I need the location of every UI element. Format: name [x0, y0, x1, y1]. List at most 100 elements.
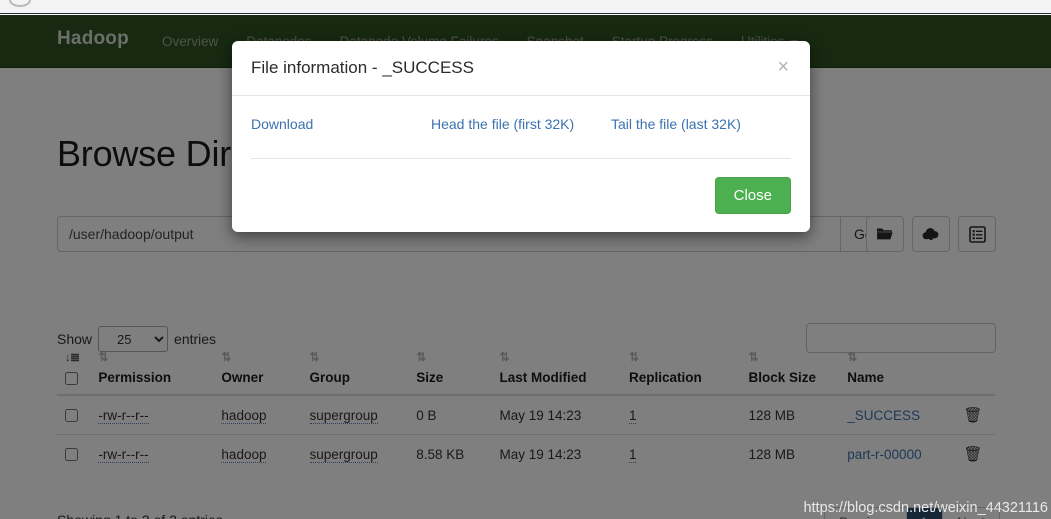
cell-delete[interactable]: 🗑	[956, 395, 995, 435]
size-value: 0 B	[416, 407, 437, 423]
sort-icon-desc[interactable]: ↓≣	[65, 350, 80, 364]
sort-icon[interactable]: ⇅	[98, 350, 108, 364]
new-folder-button[interactable]	[866, 216, 904, 252]
header-group[interactable]: ⇅ Group	[301, 350, 409, 396]
table-row[interactable]: -rw-r--r-- hadoop supergroup 8.58 KB May…	[57, 434, 995, 473]
entries-select[interactable]: 25	[98, 326, 169, 352]
modal-header: File information - _SUCCESS ×	[232, 41, 810, 96]
head-file-link[interactable]: Head the file (first 32K)	[431, 116, 574, 132]
header-replication-label: Replication	[628, 370, 702, 385]
size-value: 8.58 KB	[416, 446, 465, 462]
sort-icon[interactable]: ⇅	[629, 350, 639, 364]
header-block-size-label: Block Size	[748, 370, 817, 385]
table-row[interactable]: -rw-r--r-- hadoop supergroup 0 B May 19 …	[57, 395, 995, 435]
file-list-table: ↓≣ ⇅ Permission ⇅ Owner ⇅ Group ⇅ Size ⇅…	[57, 350, 995, 473]
row-checkbox[interactable]	[65, 448, 78, 462]
cell-permission[interactable]: -rw-r--r--	[90, 395, 213, 435]
header-group-label: Group	[309, 370, 351, 385]
header-size-label: Size	[416, 370, 444, 385]
sort-icon[interactable]: ⇅	[221, 350, 231, 364]
sort-icon[interactable]: ⇅	[847, 350, 857, 364]
header-last-modified-label: Last Modified	[499, 370, 587, 385]
trash-icon[interactable]: 🗑	[964, 407, 983, 424]
clipboard-list-icon	[968, 225, 986, 243]
header-permission[interactable]: ⇅ Permission	[90, 350, 214, 396]
modal-footer: Close	[232, 159, 810, 232]
upload-files-button[interactable]	[912, 216, 950, 252]
search-input[interactable]	[806, 323, 996, 353]
row-checkbox-cell[interactable]	[57, 395, 90, 435]
close-icon[interactable]: ×	[771, 53, 795, 81]
cut-paste-button[interactable]	[958, 216, 996, 252]
replication-value[interactable]: 1	[628, 407, 637, 424]
permission-value[interactable]: -rw-r--r--	[98, 407, 149, 424]
cell-replication[interactable]: 1	[620, 434, 741, 473]
table-body: -rw-r--r-- hadoop supergroup 0 B May 19 …	[57, 395, 995, 473]
cell-permission[interactable]: -rw-r--r--	[90, 434, 214, 473]
owner-value[interactable]: hadoop	[221, 407, 267, 424]
screen: Hadoop Overview Datanodes Datanode Volum…	[0, 0, 1051, 519]
cell-group[interactable]: supergroup	[302, 395, 409, 435]
header-owner-label: Owner	[221, 370, 264, 385]
cell-delete[interactable]: 🗑	[955, 434, 995, 473]
sort-icon[interactable]: ⇅	[310, 350, 320, 364]
brand-logo[interactable]: Hadoop	[57, 28, 129, 50]
header-permission-label: Permission	[98, 370, 172, 385]
file-name-link[interactable]: part-r-00000	[847, 447, 921, 462]
header-name[interactable]: ⇅ Name	[839, 350, 956, 396]
cell-last-modified: May 19 14:23	[491, 434, 621, 473]
block-size-value: 128 MB	[748, 407, 796, 423]
sort-icon[interactable]: ⇅	[500, 350, 510, 364]
sort-icon[interactable]: ⇅	[749, 350, 759, 364]
cell-name[interactable]: part-r-00000	[839, 434, 956, 473]
header-size[interactable]: ⇅ Size	[408, 350, 492, 396]
owner-value[interactable]: hadoop	[221, 446, 267, 463]
cell-owner[interactable]: hadoop	[213, 434, 302, 473]
header-name-label: Name	[847, 370, 885, 385]
modal-link-row: Download Head the file (first 32K) Tail …	[251, 114, 791, 159]
select-all-checkbox[interactable]	[65, 371, 78, 385]
modal-title: File information - _SUCCESS	[251, 58, 474, 77]
header-actions	[955, 364, 995, 396]
nav-link-overview[interactable]: Overview	[148, 15, 232, 68]
download-link[interactable]: Download	[251, 116, 313, 132]
cell-size: 0 B	[408, 395, 491, 435]
sort-icon[interactable]: ⇅	[416, 350, 426, 364]
group-value[interactable]: supergroup	[309, 407, 378, 424]
file-name-link[interactable]: _SUCCESS	[847, 408, 920, 423]
browser-chrome-sliver	[0, 0, 1051, 14]
cell-name[interactable]: _SUCCESS	[839, 395, 955, 435]
table-head: ↓≣ ⇅ Permission ⇅ Owner ⇅ Group ⇅ Size ⇅…	[57, 350, 995, 396]
header-owner[interactable]: ⇅ Owner	[213, 350, 302, 396]
last-modified-value: May 19 14:23	[499, 407, 582, 423]
replication-value[interactable]: 1	[628, 446, 637, 463]
cell-group[interactable]: supergroup	[301, 434, 409, 473]
block-size-value: 128 MB	[748, 446, 796, 462]
toolbar-icon-buttons	[866, 216, 996, 252]
tail-file-link[interactable]: Tail the file (last 32K)	[611, 116, 741, 132]
cell-replication[interactable]: 1	[621, 395, 741, 435]
header-last-modified[interactable]: ⇅ Last Modified	[491, 350, 621, 396]
watermark: https://blog.csdn.net/weixin_44321116	[803, 500, 1048, 516]
modal-body: Download Head the file (first 32K) Tail …	[232, 96, 810, 159]
group-value[interactable]: supergroup	[309, 446, 378, 463]
cell-owner[interactable]: hadoop	[213, 395, 301, 435]
row-checkbox-cell[interactable]	[57, 434, 91, 473]
header-select-all[interactable]: ↓≣	[57, 350, 91, 396]
trash-icon[interactable]: 🗑	[964, 446, 983, 463]
entries-label: entries	[174, 331, 217, 347]
cell-last-modified: May 19 14:23	[492, 395, 621, 435]
permission-value[interactable]: -rw-r--r--	[98, 446, 149, 463]
header-replication[interactable]: ⇅ Replication	[620, 350, 741, 396]
show-label: Show	[57, 331, 93, 347]
row-checkbox[interactable]	[65, 409, 78, 423]
close-button[interactable]: Close	[714, 177, 791, 214]
cell-block-size: 128 MB	[741, 395, 840, 435]
new-folder-icon	[876, 226, 894, 242]
header-block-size[interactable]: ⇅ Block Size	[740, 350, 840, 396]
cell-size: 8.58 KB	[408, 434, 492, 473]
modal-link-col-tail: Tail the file (last 32K)	[611, 114, 791, 134]
table-info: Showing 1 to 2 of 2 entries	[57, 512, 223, 519]
show-entries-control: Show 25 entries	[57, 326, 216, 352]
modal-link-col-head: Head the file (first 32K)	[431, 114, 611, 134]
